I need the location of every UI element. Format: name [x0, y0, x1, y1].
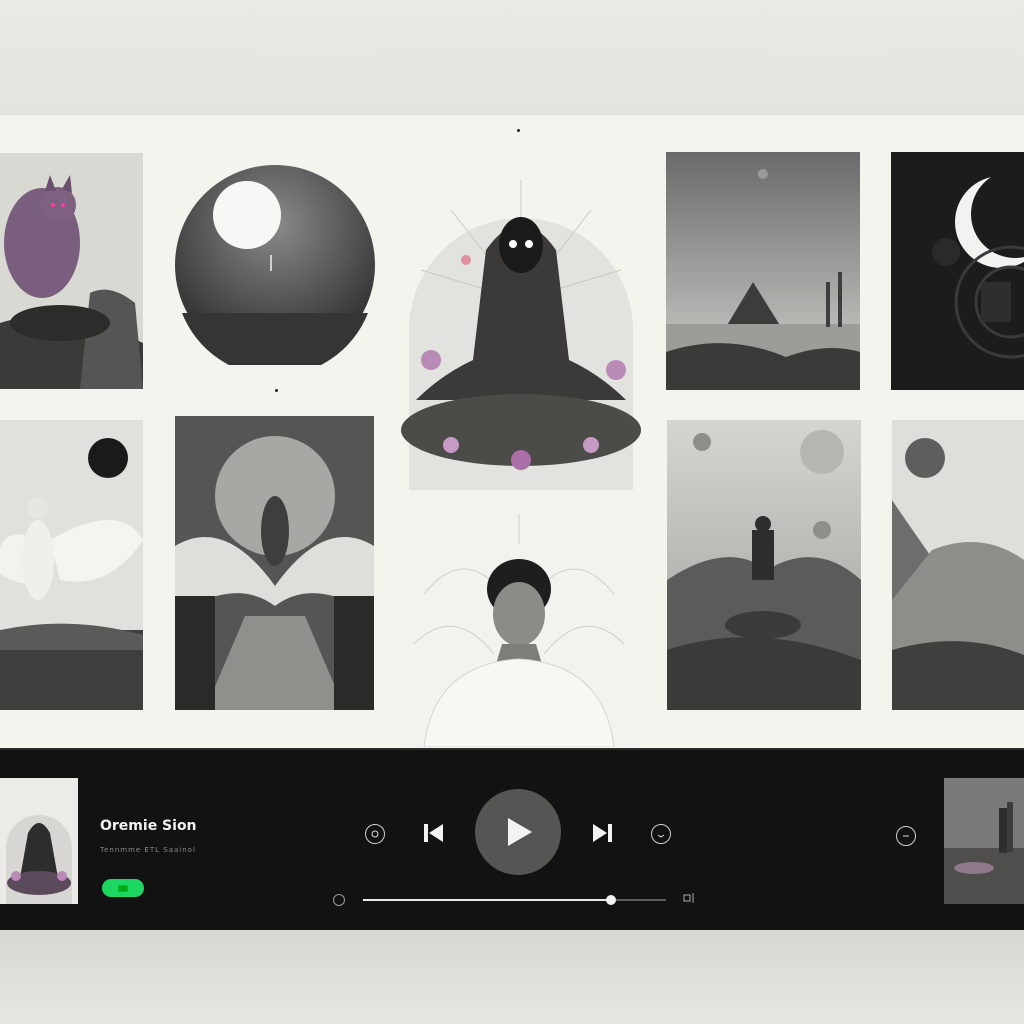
progress-bar[interactable] [363, 895, 666, 905]
album-art-angel-wings[interactable] [175, 416, 374, 710]
next-up-cover[interactable] [944, 778, 1024, 904]
track-title[interactable]: Oremie Sion [100, 818, 197, 834]
menu-circle-icon[interactable] [896, 826, 916, 846]
time-dot-icon [333, 894, 345, 906]
album-art-portrait[interactable] [404, 514, 634, 747]
album-art-winged-creature[interactable] [0, 420, 143, 710]
download-circle-icon[interactable] [651, 824, 671, 844]
album-art-wolf[interactable] [0, 153, 143, 389]
now-playing-cover[interactable] [0, 778, 78, 904]
canvas-marker [517, 129, 520, 132]
play-button[interactable] [475, 789, 561, 875]
heart-icon [118, 884, 128, 892]
album-art-moon-circle[interactable] [174, 165, 376, 365]
like-button[interactable] [102, 879, 144, 897]
album-art-lone-figure[interactable] [667, 420, 861, 710]
volume-icon[interactable] [682, 891, 696, 905]
player-divider [0, 748, 1024, 750]
album-art-hooded-figure[interactable] [391, 160, 651, 490]
album-art-mountain-lake[interactable] [666, 152, 860, 390]
progress-fill [363, 899, 612, 901]
track-artist[interactable]: Tennmme ETL Saainol [100, 846, 196, 854]
play-icon [508, 818, 532, 846]
canvas-marker [275, 389, 278, 392]
album-art-crescent-moon[interactable] [891, 152, 1024, 390]
skip-next-icon[interactable] [590, 820, 616, 846]
emoji-circle-icon[interactable] [365, 824, 385, 844]
bottom-backdrop [0, 930, 1024, 1024]
skip-previous-icon[interactable] [420, 820, 446, 846]
top-backdrop [0, 0, 1024, 115]
album-art-hills[interactable] [892, 420, 1024, 710]
